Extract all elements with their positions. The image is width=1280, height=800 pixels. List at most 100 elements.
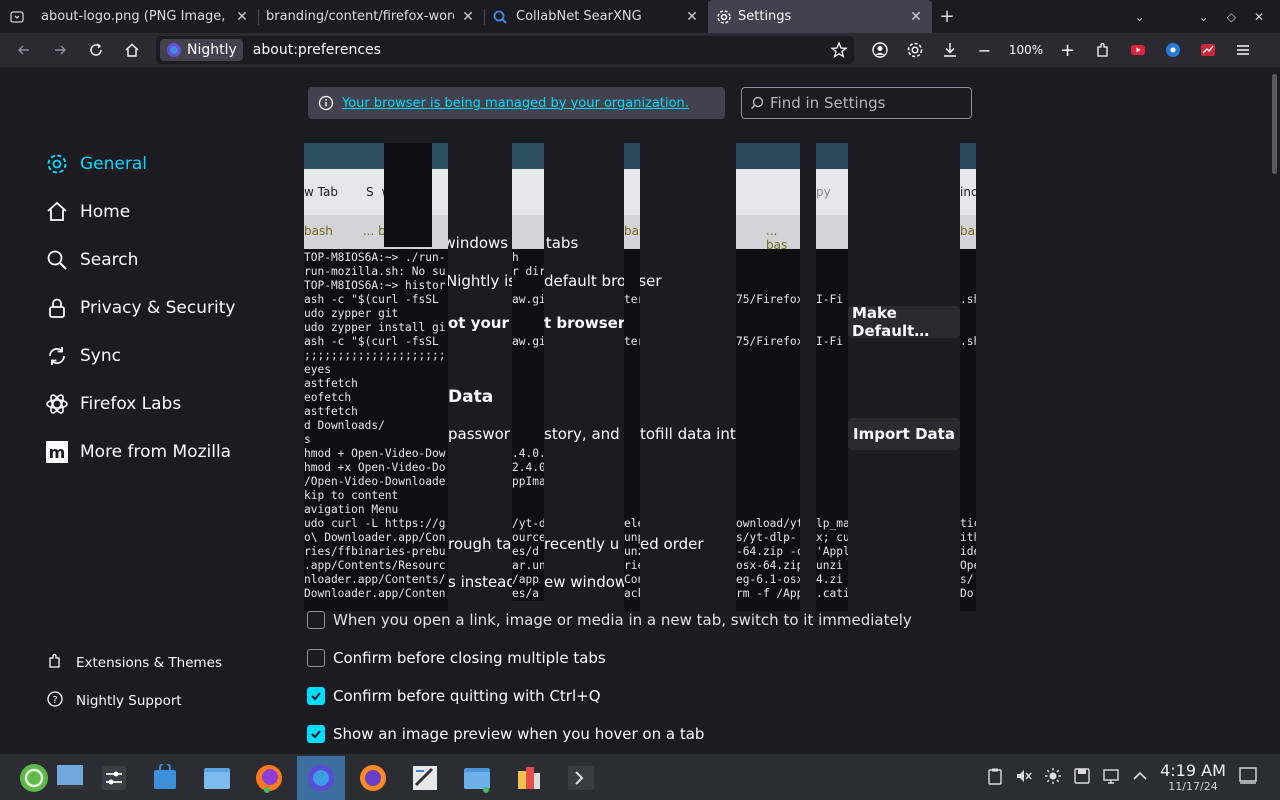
import-data-button[interactable]: Import Data — [848, 418, 960, 450]
app-menu-button[interactable] — [1225, 33, 1260, 67]
show-desktop-button[interactable] — [46, 756, 94, 800]
close-tab-icon[interactable]: ✕ — [684, 9, 700, 25]
category-privacy[interactable]: Privacy & Security — [44, 284, 284, 332]
desktop-peek-icon[interactable] — [1238, 765, 1258, 789]
list-all-tabs-button[interactable] — [0, 0, 33, 33]
terminal-line: aw.gi — [512, 335, 544, 348]
home-button[interactable] — [114, 33, 150, 67]
switch-to-new-tab-checkbox-row[interactable]: When you open a link, image or media in … — [307, 609, 912, 631]
brightness-icon[interactable] — [1044, 767, 1064, 787]
category-general[interactable]: General — [44, 140, 284, 188]
sidebar-footer: Extensions & Themes ? Nightly Support — [46, 644, 222, 720]
search-placeholder: Find in Settings — [770, 94, 886, 112]
nightly-task[interactable] — [297, 756, 345, 800]
make-default-button[interactable]: Make Default… — [848, 304, 960, 340]
terminal-task[interactable] — [557, 756, 605, 800]
puzzle-icon — [46, 652, 64, 674]
minimize-icon[interactable]: ⌄ — [1199, 10, 1209, 24]
extension-blue-button[interactable] — [1155, 33, 1190, 67]
tab-list-icon — [9, 10, 24, 23]
tab-settings[interactable]: Settings ✕ — [708, 0, 932, 33]
peek-desktop[interactable] — [1238, 754, 1258, 800]
back-button[interactable] — [6, 33, 42, 67]
open-links-label-b: ew window — [544, 573, 628, 591]
artifact-terminal-text: TOP-M8IOS6A:~> ./run-run-mozilla.sh: No … — [304, 249, 448, 601]
forward-button[interactable] — [42, 33, 78, 67]
category-firefox-labs[interactable]: Firefox Labs — [44, 380, 284, 428]
checkbox[interactable] — [307, 649, 325, 667]
category-more-from-mozilla[interactable]: m More from Mozilla — [44, 428, 284, 476]
close-tab-icon[interactable]: ✕ — [908, 9, 924, 25]
reload-button[interactable] — [78, 33, 114, 67]
downloads-button[interactable] — [932, 33, 967, 67]
extensions-button[interactable] — [1085, 33, 1120, 67]
tab-strip: about-logo.png (PNG Image, 1 ✕ branding/… — [0, 0, 1280, 33]
firefox-task[interactable] — [245, 756, 293, 800]
category-home[interactable]: Home — [44, 188, 284, 236]
tab-about-logo[interactable]: about-logo.png (PNG Image, 1 ✕ — [33, 0, 258, 33]
url-bar[interactable]: Nightly about:preferences — [156, 36, 854, 64]
clipboard-icon[interactable] — [986, 767, 1006, 787]
identity-box[interactable]: Nightly — [160, 39, 243, 61]
checkbox-checked[interactable] — [307, 687, 325, 705]
confirm-quit-checkbox-row[interactable]: Confirm before quitting with Ctrl+Q — [307, 685, 601, 707]
extensions-themes-link[interactable]: Extensions & Themes — [46, 644, 222, 682]
text-editor-task[interactable] — [401, 756, 449, 800]
firefox-stable-task[interactable] — [349, 756, 397, 800]
search-input[interactable]: Find in Settings — [741, 87, 972, 119]
zoom-out-button[interactable]: − — [967, 33, 1002, 67]
artifact-terminal-text: .sh .sh ticithideOpes/Do — [960, 249, 976, 601]
page-scrollbar[interactable] — [1272, 74, 1277, 174]
chevron-down-icon[interactable]: ⌄ — [1135, 10, 1145, 24]
nightly-support-link[interactable]: ? Nightly Support — [46, 682, 222, 720]
system-settings-task[interactable] — [90, 756, 138, 800]
office-task[interactable] — [505, 756, 553, 800]
volume-muted-icon[interactable] — [1015, 767, 1035, 787]
settings-sliders-icon — [102, 766, 126, 790]
close-window-icon[interactable]: ✕ — [1254, 10, 1264, 24]
settings-favicon-icon — [717, 9, 731, 24]
tab-preview-checkbox-row[interactable]: Show an image preview when you hover on … — [307, 723, 704, 745]
system-tray — [986, 754, 1160, 800]
close-tab-icon[interactable]: ✕ — [234, 9, 250, 25]
file-manager-task[interactable] — [193, 756, 241, 800]
dolphin-task[interactable] — [453, 756, 501, 800]
extension-youtube-button[interactable] — [1120, 33, 1155, 67]
url-text[interactable]: about:preferences — [253, 42, 381, 58]
new-tab-button[interactable]: + — [932, 0, 962, 33]
tab-branding[interactable]: branding/content/firefox-word ✕ — [258, 0, 484, 33]
tab-searxng[interactable]: CollabNet SearXNG ✕ — [484, 0, 708, 33]
checkbox-checked[interactable] — [307, 725, 325, 743]
clock[interactable]: 4:19 AM 11/17/24 — [1158, 762, 1228, 794]
extension-chart-button[interactable] — [1190, 33, 1225, 67]
bookmark-star-icon[interactable] — [830, 41, 848, 63]
confirm-close-tabs-checkbox-row[interactable]: Confirm before closing multiple tabs — [307, 647, 606, 669]
labs-icon — [44, 391, 70, 417]
disk-icon[interactable] — [1073, 767, 1093, 787]
policy-banner: Your browser is being managed by your or… — [308, 87, 725, 119]
zoom-level[interactable]: 100% — [1002, 43, 1050, 57]
terminal-line: .cati — [816, 587, 848, 600]
tray-expand-icon[interactable] — [1131, 767, 1151, 787]
discover-task[interactable] — [141, 756, 189, 800]
account-button[interactable] — [862, 33, 897, 67]
settings-toolbar-button[interactable] — [897, 33, 932, 67]
checkbox[interactable] — [307, 611, 325, 629]
category-search[interactable]: Search — [44, 236, 284, 284]
terminal-line: 75/Firefox — [736, 335, 800, 348]
zoom-in-button[interactable]: + — [1050, 33, 1085, 67]
close-tab-icon[interactable]: ✕ — [460, 9, 476, 25]
maximize-icon[interactable]: ◇ — [1227, 10, 1236, 24]
network-icon[interactable] — [1102, 767, 1122, 787]
policy-link[interactable]: Your browser is being managed by your or… — [342, 96, 689, 111]
category-sync[interactable]: Sync — [44, 332, 284, 380]
